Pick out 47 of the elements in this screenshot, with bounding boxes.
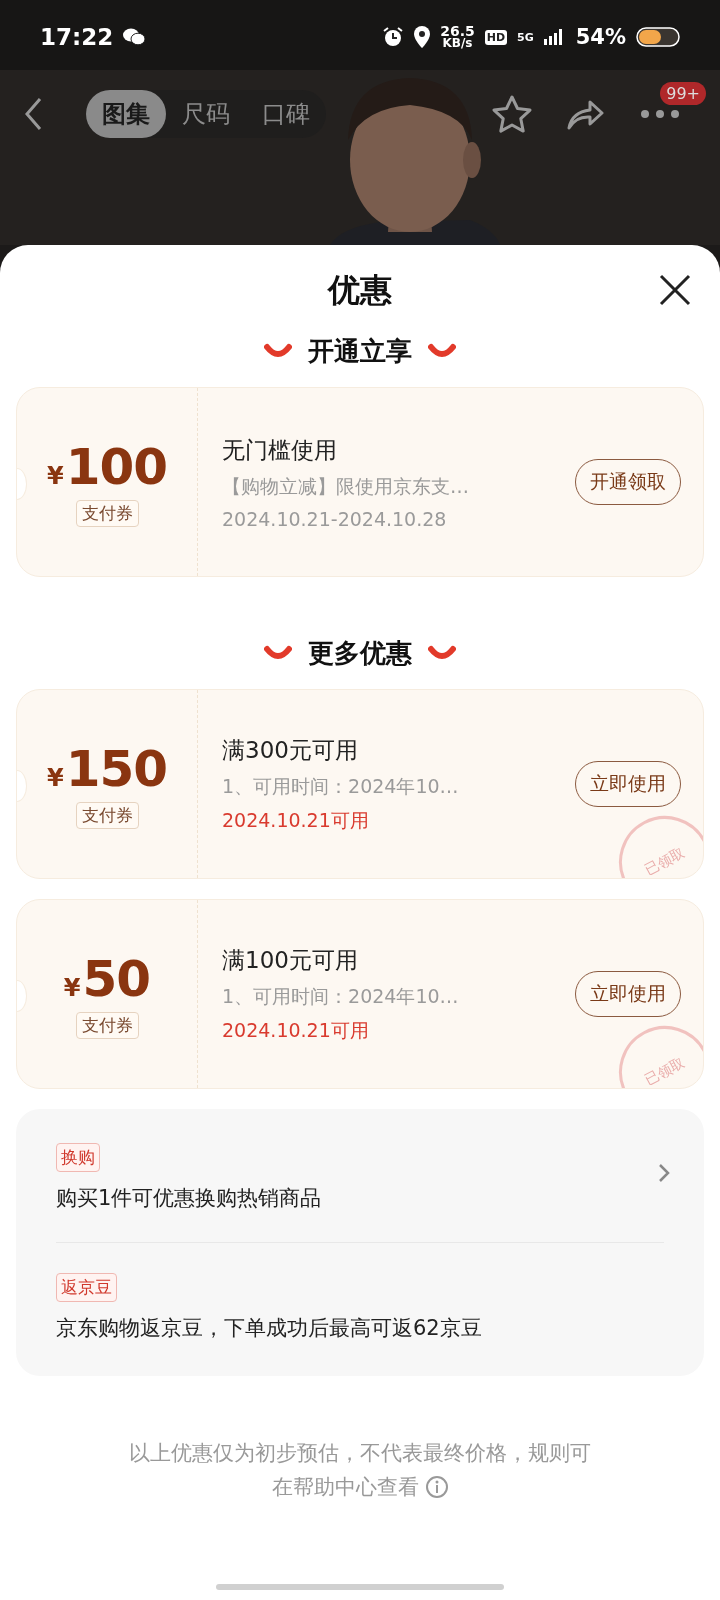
- speed-unit: KB/s: [442, 37, 473, 49]
- battery-icon: [636, 27, 680, 47]
- coupon-date: 2024.10.21-2024.10.28: [222, 507, 448, 530]
- disclaimer-text: 在帮助中心查看: [271, 1474, 419, 1501]
- coupon-amount: 100: [65, 437, 168, 496]
- offer-tag: 返京豆: [56, 1273, 117, 1302]
- coupon-description: 1、可用时间：2024年10…: [222, 773, 460, 799]
- info-icon[interactable]: [424, 1475, 449, 1499]
- notification-badge: 99+: [660, 82, 706, 105]
- coupon-amount: 150: [65, 739, 168, 798]
- coupon-type-tag: 支付券: [75, 801, 139, 829]
- clock-time: 17:22: [40, 24, 114, 50]
- network-type: 5G: [517, 30, 534, 44]
- battery-percent: 54%: [575, 25, 626, 49]
- coupon-type-tag: 支付券: [75, 1011, 139, 1039]
- chevron-right-icon[interactable]: [658, 1163, 670, 1183]
- currency-symbol: ¥: [63, 973, 81, 1002]
- offer-tag: 换购: [56, 1143, 100, 1172]
- coupon-title: 满100元可用: [222, 945, 359, 975]
- network-speed: 26.5: [440, 25, 475, 37]
- coupon-date: 2024.10.21可用: [222, 1017, 370, 1043]
- section-heading: 更多优惠: [308, 636, 412, 670]
- gallery-tab[interactable]: 口碑: [246, 90, 326, 138]
- alarm-icon: [382, 26, 405, 48]
- location-icon: [414, 26, 431, 48]
- chat-icon: [123, 28, 146, 46]
- coupon-title: 满300元可用: [222, 735, 359, 765]
- section-heading: 开通立享: [308, 334, 412, 368]
- coupon-description: 1、可用时间：2024年10…: [222, 983, 460, 1009]
- currency-symbol: ¥: [46, 461, 64, 490]
- offer-text[interactable]: 购买1件可优惠换购热销商品: [56, 1184, 322, 1212]
- gallery-tab[interactable]: 尺码: [166, 90, 246, 138]
- currency-symbol: ¥: [46, 763, 64, 792]
- back-icon[interactable]: [24, 97, 44, 131]
- sheet-title: 优惠: [328, 270, 392, 311]
- coupon-amount: 50: [82, 949, 151, 1008]
- star-icon[interactable]: [492, 95, 532, 133]
- offer-text: 京东购物返京豆，下单成功后最高可返62京豆: [56, 1315, 482, 1342]
- coupon-description: 【购物立减】限使用京东支…: [222, 473, 470, 499]
- gallery-tab[interactable]: 图集: [86, 90, 166, 138]
- close-icon[interactable]: [658, 273, 692, 307]
- disclaimer-text: 以上优惠仅为初步预估，不代表最终价格，规则可: [129, 1440, 591, 1467]
- coupon-date: 2024.10.21可用: [222, 807, 370, 833]
- more-icon[interactable]: [640, 109, 680, 119]
- coupon-title: 无门槛使用: [222, 435, 338, 465]
- coupon-type-tag: 支付券: [75, 499, 139, 527]
- share-icon[interactable]: [566, 98, 604, 130]
